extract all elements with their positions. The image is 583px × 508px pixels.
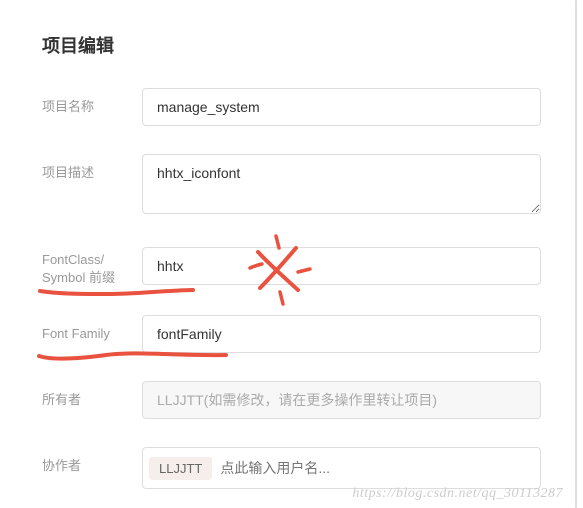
collab-tag[interactable]: LLJJTT bbox=[149, 457, 212, 480]
row-name: 项目名称 bbox=[42, 88, 541, 126]
watermark-text: https://blog.csdn.net/qq_30113287 bbox=[352, 486, 563, 502]
label-owner: 所有者 bbox=[42, 381, 142, 409]
textarea-desc[interactable] bbox=[142, 154, 541, 214]
row-owner: 所有者 bbox=[42, 381, 541, 419]
row-fontclass: FontClass/ Symbol 前缀 bbox=[42, 247, 541, 287]
label-desc: 项目描述 bbox=[42, 154, 142, 182]
label-fontclass: FontClass/ Symbol 前缀 bbox=[42, 247, 142, 287]
label-fontfamily: Font Family bbox=[42, 315, 142, 343]
input-fontclass[interactable] bbox=[142, 247, 541, 285]
label-collab: 协作者 bbox=[42, 447, 142, 475]
row-fontfamily: Font Family bbox=[42, 315, 541, 353]
input-owner bbox=[142, 381, 541, 419]
input-name[interactable] bbox=[142, 88, 541, 126]
page-title: 项目编辑 bbox=[42, 32, 541, 58]
row-desc: 项目描述 bbox=[42, 154, 541, 219]
collab-field[interactable]: LLJJTT bbox=[142, 447, 541, 489]
input-collab[interactable] bbox=[220, 460, 534, 476]
input-fontfamily[interactable] bbox=[142, 315, 541, 353]
row-collab: 协作者 LLJJTT bbox=[42, 447, 541, 489]
right-edge-divider bbox=[575, 0, 577, 508]
label-name: 项目名称 bbox=[42, 88, 142, 116]
